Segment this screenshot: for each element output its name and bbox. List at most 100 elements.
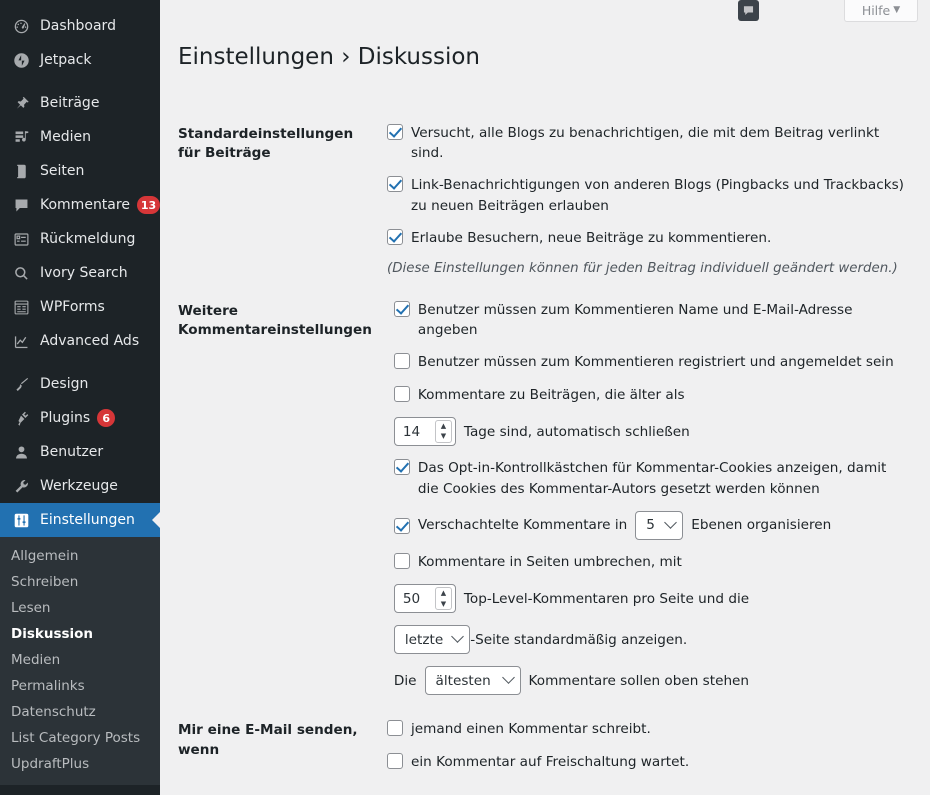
stepper-down-icon[interactable]: ▼ bbox=[436, 432, 451, 443]
sidebar-item-ivory-search[interactable]: Ivory Search bbox=[0, 256, 160, 290]
option-notify-linked-blogs[interactable]: Versucht, alle Blogs zu benachrichtigen,… bbox=[387, 123, 910, 164]
chevron-down-icon bbox=[501, 671, 515, 685]
option-require-registration[interactable]: Benutzer müssen zum Kommentieren registr… bbox=[393, 352, 910, 372]
sidebar-item-advanced-ads[interactable]: Advanced Ads bbox=[0, 324, 160, 358]
brush-icon bbox=[11, 374, 31, 394]
help-button-label: Hilfe bbox=[861, 3, 891, 18]
option-email-on-new-comment[interactable]: jemand einen Kommentar schreibt. bbox=[387, 719, 910, 739]
option-label[interactable]: jemand einen Kommentar schreibt. bbox=[411, 719, 651, 739]
comment-order-row: Die ältesten Kommentare sollen oben steh… bbox=[393, 666, 910, 696]
checkbox[interactable] bbox=[387, 229, 403, 246]
close-days-row: 14 ▲ ▼ Tage sind, automatisch schließen bbox=[393, 417, 910, 447]
sidebar-item-benutzer[interactable]: Benutzer bbox=[0, 435, 160, 469]
checkbox[interactable] bbox=[387, 176, 403, 193]
sidebar-item-beitraege[interactable]: Beiträge bbox=[0, 86, 160, 120]
sidebar-subitem-lesen[interactable]: Lesen bbox=[0, 595, 160, 621]
sidebar-subitem-allgemein[interactable]: Allgemein bbox=[0, 543, 160, 569]
option-label[interactable]: Verschachtelte Kommentare in bbox=[418, 515, 627, 535]
option-label[interactable]: Kommentare zu Beiträgen, die älter als bbox=[418, 385, 685, 405]
sidebar-item-einstellungen[interactable]: Einstellungen bbox=[0, 503, 160, 537]
checkbox[interactable] bbox=[387, 720, 403, 737]
section-label: Bevor ein Kommentar erscheint, bbox=[160, 784, 375, 795]
stepper-arrows[interactable]: ▲ ▼ bbox=[434, 420, 452, 444]
default-page-row: letzte -Seite standardmäßig anzeigen. bbox=[393, 625, 910, 655]
sidebar-item-rueckmeldung[interactable]: Rückmeldung bbox=[0, 222, 160, 256]
sidebar-item-medien[interactable]: Medien bbox=[0, 120, 160, 154]
defaults-hint: (Diese Einstellungen können für jeden Be… bbox=[387, 260, 898, 276]
sidebar-item-jetpack[interactable]: Jetpack bbox=[0, 43, 160, 77]
checkbox[interactable] bbox=[387, 752, 403, 769]
stepper-up-icon[interactable]: ▲ bbox=[436, 421, 451, 432]
jetpack-icon bbox=[11, 50, 31, 70]
sidebar-item-label: Plugins bbox=[40, 410, 91, 426]
option-label[interactable]: Versucht, alle Blogs zu benachrichtigen,… bbox=[411, 123, 910, 164]
checkbox[interactable] bbox=[387, 123, 403, 140]
comment-order-prefix-label: Die bbox=[393, 672, 417, 689]
option-label[interactable]: Benutzer müssen zum Kommentieren registr… bbox=[418, 352, 894, 372]
checkbox[interactable] bbox=[393, 385, 410, 402]
sidebar-spacer-top bbox=[0, 0, 160, 9]
stepper-down-icon[interactable]: ▼ bbox=[436, 599, 451, 610]
user-icon bbox=[11, 442, 31, 462]
threaded-suffix-label: Ebenen organisieren bbox=[691, 517, 832, 534]
option-email-on-moderation[interactable]: ein Kommentar auf Freischaltung wartet. bbox=[387, 752, 910, 772]
stepper-arrows[interactable]: ▲ ▼ bbox=[434, 587, 452, 611]
top-bar: Hilfe ▼ bbox=[160, 0, 930, 22]
option-label[interactable]: Link-Benachrichtigungen von anderen Blog… bbox=[411, 175, 910, 216]
sidebar-item-label: Einstellungen bbox=[40, 512, 135, 528]
comment-order-value: ältesten bbox=[435, 672, 491, 689]
sidebar-item-dashboard[interactable]: Dashboard bbox=[0, 9, 160, 43]
option-break-comments-into-pages[interactable]: Kommentare in Seiten umbrechen, mit bbox=[393, 552, 910, 572]
sidebar-subitem-datenschutz[interactable]: Datenschutz bbox=[0, 699, 160, 725]
sidebar-item-label: Rückmeldung bbox=[40, 231, 136, 247]
sidebar-subitem-permalinks[interactable]: Permalinks bbox=[0, 673, 160, 699]
comments-per-page-suffix-label: Top-Level-Kommentaren pro Seite und die bbox=[463, 590, 750, 607]
option-label[interactable]: Kommentare in Seiten umbrechen, mit bbox=[418, 552, 682, 572]
stepper-up-icon[interactable]: ▲ bbox=[436, 588, 451, 599]
checkbox[interactable] bbox=[393, 553, 410, 569]
checkbox[interactable] bbox=[393, 518, 410, 534]
checkbox[interactable] bbox=[393, 300, 410, 317]
option-label[interactable]: Benutzer müssen zum Kommentieren Name un… bbox=[418, 300, 910, 341]
close-days-input[interactable]: 14 bbox=[395, 418, 435, 445]
default-page-select[interactable]: letzte bbox=[393, 625, 471, 655]
option-allow-comments[interactable]: Erlaube Besuchern, neue Beiträge zu komm… bbox=[387, 228, 910, 248]
comments-per-page-input[interactable]: 50 bbox=[395, 585, 435, 612]
sidebar-item-label: Seiten bbox=[40, 163, 85, 179]
sidebar-item-wpforms[interactable]: WPForms bbox=[0, 290, 160, 324]
option-require-name-email[interactable]: Benutzer müssen zum Kommentieren Name un… bbox=[393, 300, 910, 341]
sidebar-item-plugins[interactable]: Plugins 6 bbox=[0, 401, 160, 435]
sidebar-item-werkzeuge[interactable]: Werkzeuge bbox=[0, 469, 160, 503]
option-close-old-comments[interactable]: Kommentare zu Beiträgen, die älter als bbox=[393, 385, 910, 405]
sidebar-subitem-diskussion[interactable]: Diskussion bbox=[0, 621, 160, 647]
chevron-down-icon: ▼ bbox=[893, 5, 901, 15]
sidebar-item-label: Ivory Search bbox=[40, 265, 128, 281]
option-show-cookies-optin[interactable]: Das Opt-in-Kontrollkästchen für Kommenta… bbox=[393, 458, 910, 499]
sidebar-divider-1 bbox=[0, 77, 160, 86]
comment-bubble-icon[interactable] bbox=[738, 0, 759, 21]
help-button[interactable]: Hilfe ▼ bbox=[844, 0, 918, 22]
pages-icon bbox=[11, 161, 31, 181]
comments-per-page-stepper[interactable]: 50 ▲ ▼ bbox=[393, 584, 456, 614]
sidebar-subitem-schreiben[interactable]: Schreiben bbox=[0, 569, 160, 595]
checkbox[interactable] bbox=[393, 459, 410, 476]
search-icon bbox=[11, 263, 31, 283]
option-label[interactable]: Das Opt-in-Kontrollkästchen für Kommenta… bbox=[418, 458, 910, 499]
option-label[interactable]: Erlaube Besuchern, neue Beiträge zu komm… bbox=[411, 228, 771, 248]
comment-order-select[interactable]: ältesten bbox=[424, 666, 521, 696]
sidebar-subitem-updraftplus[interactable]: UpdraftPlus bbox=[0, 751, 160, 777]
sidebar-item-kommentare[interactable]: Kommentare 13 bbox=[0, 188, 160, 222]
option-label[interactable]: ein Kommentar auf Freischaltung wartet. bbox=[411, 752, 689, 772]
section-fields: jemand einen Kommentar schreibt. ein Kom… bbox=[375, 707, 930, 784]
checkbox[interactable] bbox=[393, 353, 410, 370]
chart-icon bbox=[11, 331, 31, 351]
sidebar-item-seiten[interactable]: Seiten bbox=[0, 154, 160, 188]
sidebar-subitem-medien[interactable]: Medien bbox=[0, 647, 160, 673]
threaded-levels-select[interactable]: 5 bbox=[635, 511, 684, 540]
sidebar-subitem-list-category-posts[interactable]: List Category Posts bbox=[0, 725, 160, 751]
feedback-icon bbox=[11, 229, 31, 249]
option-allow-pingbacks[interactable]: Link-Benachrichtigungen von anderen Blog… bbox=[387, 175, 910, 216]
close-days-stepper[interactable]: 14 ▲ ▼ bbox=[393, 417, 456, 447]
close-days-suffix-label: Tage sind, automatisch schließen bbox=[463, 423, 690, 440]
sidebar-item-design[interactable]: Design bbox=[0, 367, 160, 401]
